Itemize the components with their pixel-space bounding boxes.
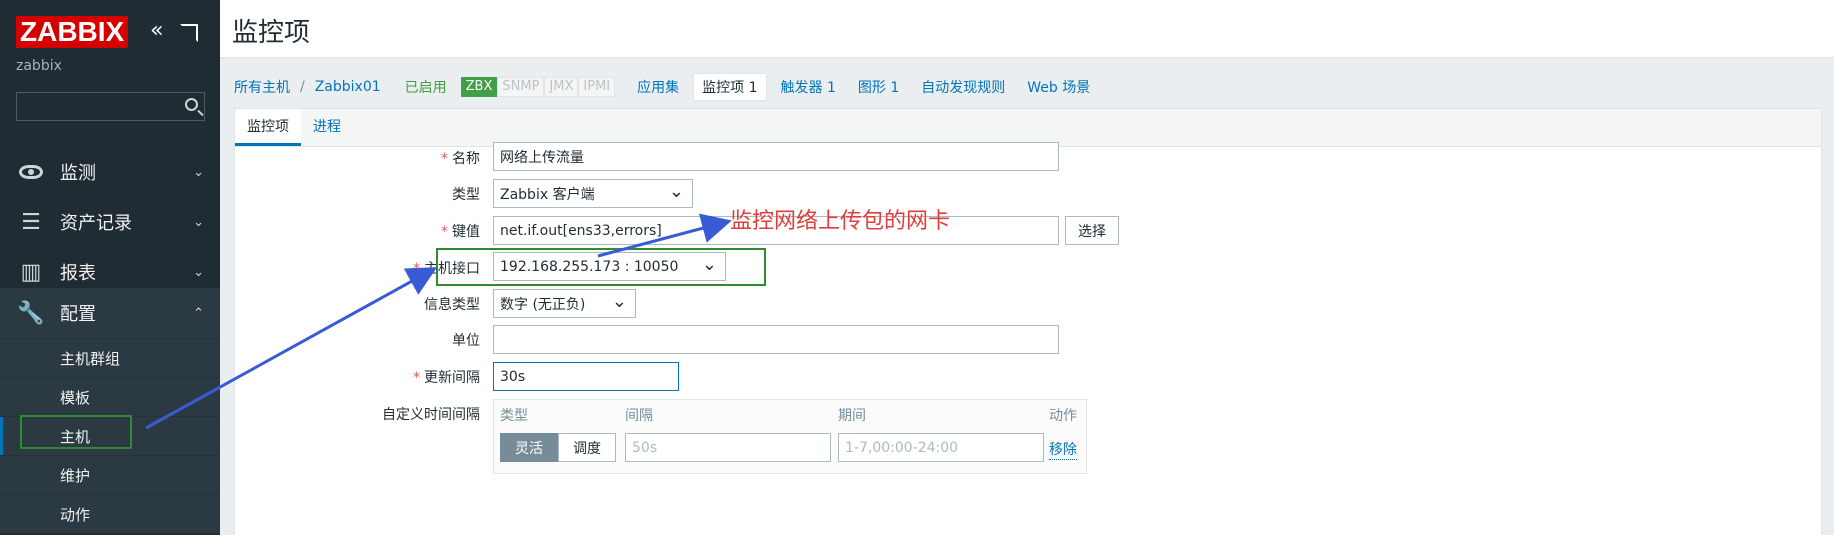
list-icon: ☰ (21, 209, 41, 235)
eye-icon (16, 160, 46, 185)
tab-discovery-rules[interactable]: 自动发现规则 (921, 77, 1005, 97)
interval-type-toggle: 灵活 调度 (500, 433, 616, 462)
wrench-icon: 🔧 (17, 300, 45, 326)
page-title: 监控项 (232, 17, 311, 47)
mode-flexible[interactable]: 灵活 (500, 433, 558, 462)
menu-configuration-label: 配置 (60, 304, 96, 325)
menu-inventory-label: 资产记录 (60, 213, 132, 234)
units-label: 单位 (452, 333, 480, 349)
server-name: zabbix (16, 58, 62, 74)
col-interval: 间隔 (625, 408, 653, 424)
zabbix-logo[interactable]: ZABBIX (16, 16, 129, 48)
breadcrumb-separator: / (300, 79, 305, 95)
info-type-select[interactable]: 数字 (无正负) (493, 289, 636, 318)
menu-configuration[interactable]: 🔧 配置 ⌃ (0, 288, 220, 338)
tab-items-label: 监控项 (702, 80, 745, 96)
bar-chart-icon: ▥ (20, 259, 42, 285)
type-select[interactable]: Zabbix 客户端 (493, 179, 693, 208)
custom-period-input[interactable]: 1-7,00:00-24:00 (838, 433, 1044, 462)
col-type: 类型 (500, 408, 528, 424)
required-marker: * (441, 224, 448, 240)
col-action: 动作 (1049, 408, 1077, 424)
type-label: 类型 (452, 187, 480, 203)
key-label: * 键值 (235, 221, 480, 241)
form-tab-preprocessing[interactable]: 进程 (301, 109, 353, 146)
chevron-down-icon: ⌄ (193, 164, 204, 180)
interval-label-text: 更新间隔 (424, 370, 480, 386)
host-status-enabled[interactable]: 已启用 (405, 77, 447, 97)
info-type-select-value: 数字 (无正负) (500, 296, 586, 313)
name-label: * 名称 (235, 148, 480, 168)
tab-web-label: Web 场景 (1027, 80, 1091, 96)
required-marker: * (413, 261, 420, 277)
remove-interval-link[interactable]: 移除 (1049, 439, 1077, 460)
key-label-text: 键值 (452, 224, 480, 240)
menu-monitoring-label: 监测 (60, 163, 96, 184)
form-tab-item[interactable]: 监控项 (235, 109, 301, 146)
menu-monitoring[interactable]: 监测 ⌄ (0, 147, 220, 197)
hosts-highlight-box (20, 415, 132, 449)
type-select-value: Zabbix 客户端 (500, 186, 595, 203)
name-input[interactable]: 网络上传流量 (493, 142, 1059, 171)
breadcrumb-host[interactable]: Zabbix01 (315, 79, 381, 95)
zabbix-app: ZABBIX « zabbix 监测 ⌄ ☰ 资产记录 ⌄ ▥ 报表 ⌄ 🔧 配… (0, 0, 1834, 535)
tab-triggers-count: 1 (826, 80, 836, 96)
tab-applications-label: 应用集 (637, 80, 680, 96)
submenu-maintenance[interactable]: 维护 (0, 455, 220, 494)
item-form-panel: 监控项 进程 *名称 网络上传流量 类型 Zabbix 客户端 *键值 net.… (234, 108, 1822, 535)
annotation-note: 监控网络上传包的网卡 (730, 209, 951, 234)
menu-inventory[interactable]: ☰ 资产记录 ⌄ (0, 197, 220, 247)
chevron-down-icon: ⌄ (193, 214, 204, 230)
key-select-button[interactable]: 选择 (1065, 216, 1119, 245)
col-period: 期间 (838, 408, 866, 424)
name-label-text: 名称 (452, 151, 480, 167)
update-interval-input[interactable]: 30s (493, 362, 679, 391)
sidebar-search-input[interactable] (16, 92, 205, 121)
breadcrumb: 所有主机 / Zabbix01 已启用 ZBX SNMP JMX IPMI 应用… (234, 73, 1090, 101)
tab-graphs[interactable]: 图形 1 (858, 77, 899, 97)
availability-jmx: JMX (544, 77, 579, 97)
collapse-sidebar-icon[interactable]: « (150, 20, 163, 42)
tab-items[interactable]: 监控项 1 (693, 73, 767, 101)
chevron-up-icon: ⌃ (193, 305, 204, 321)
availability-snmp: SNMP (497, 77, 545, 97)
tab-web-scenarios[interactable]: Web 场景 (1027, 77, 1090, 97)
tab-applications[interactable]: 应用集 (637, 77, 679, 97)
submenu-host-groups[interactable]: 主机群组 (0, 338, 220, 377)
required-marker: * (413, 370, 420, 386)
chevron-down-icon: ⌄ (193, 264, 204, 280)
units-input[interactable] (493, 325, 1059, 354)
tab-triggers[interactable]: 触发器 1 (781, 77, 836, 97)
menu-reports-label: 报表 (60, 263, 96, 284)
tab-items-count: 1 (748, 80, 758, 96)
availability-zbx: ZBX (460, 77, 498, 97)
kiosk-mode-icon[interactable] (180, 24, 198, 42)
custom-intervals-table: 类型 间隔 期间 动作 灵活 调度 50s 1-7,00:00-24:00 移除 (493, 399, 1087, 474)
breadcrumb-all-hosts[interactable]: 所有主机 (234, 77, 290, 97)
custom-interval-input[interactable]: 50s (625, 433, 831, 462)
info-type-label: 信息类型 (424, 297, 480, 313)
required-marker: * (441, 151, 448, 167)
key-highlight-box (436, 248, 766, 286)
search-icon[interactable] (185, 98, 198, 111)
tab-graphs-label: 图形 (857, 80, 886, 96)
tab-discovery-label: 自动发现规则 (921, 80, 1006, 96)
interval-label: * 更新间隔 (235, 367, 480, 387)
page-header: 监控项 (220, 0, 1834, 58)
tab-triggers-label: 触发器 (780, 80, 823, 96)
sidebar: ZABBIX « zabbix 监测 ⌄ ☰ 资产记录 ⌄ ▥ 报表 ⌄ 🔧 配… (0, 0, 220, 535)
tab-graphs-count: 1 (890, 80, 900, 96)
submenu-templates[interactable]: 模板 (0, 377, 220, 416)
mode-scheduling[interactable]: 调度 (558, 433, 616, 462)
custom-intervals-label: 自定义时间间隔 (382, 407, 480, 423)
availability-ipmi: IPMI (578, 77, 616, 97)
submenu-actions[interactable]: 动作 (0, 494, 220, 533)
